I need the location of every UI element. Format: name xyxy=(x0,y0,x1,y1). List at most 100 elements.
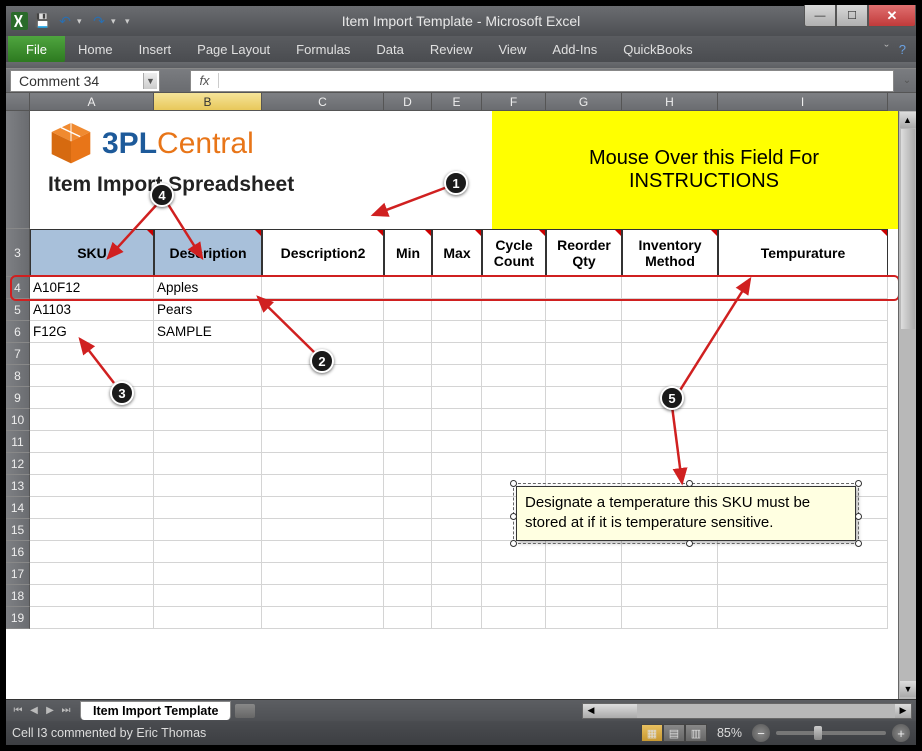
cell-f17[interactable] xyxy=(482,563,546,585)
sheet-nav-last-icon[interactable]: ⏭ xyxy=(58,703,74,719)
cell-i6[interactable] xyxy=(718,321,888,343)
cell-f19[interactable] xyxy=(482,607,546,629)
row-header-19[interactable]: 19 xyxy=(6,607,30,629)
zoom-out-button[interactable]: − xyxy=(752,724,770,742)
cell-c18[interactable] xyxy=(262,585,384,607)
hscroll-thumb[interactable] xyxy=(599,704,637,718)
col-header-c[interactable]: C xyxy=(262,93,384,111)
cell-a7[interactable] xyxy=(30,343,154,365)
cell-g19[interactable] xyxy=(546,607,622,629)
cell-f18[interactable] xyxy=(482,585,546,607)
cell-d11[interactable] xyxy=(384,431,432,453)
cell-a8[interactable] xyxy=(30,365,154,387)
col-header-f[interactable]: F xyxy=(482,93,546,111)
cell-i17[interactable] xyxy=(718,563,888,585)
formula-bar[interactable]: fx xyxy=(190,70,894,92)
cell-c14[interactable] xyxy=(262,497,384,519)
cell-c5[interactable] xyxy=(262,299,384,321)
tab-review[interactable]: Review xyxy=(417,36,486,62)
cell-c6[interactable] xyxy=(262,321,384,343)
row-header-16[interactable]: 16 xyxy=(6,541,30,563)
header-cycle-count[interactable]: Cycle Count xyxy=(482,229,546,277)
zoom-in-button[interactable]: + xyxy=(892,724,910,742)
cell-b11[interactable] xyxy=(154,431,262,453)
horizontal-scrollbar[interactable]: ◀ ▶ xyxy=(582,703,912,719)
cell-h4[interactable] xyxy=(622,277,718,299)
cell-g6[interactable] xyxy=(546,321,622,343)
cell-f9[interactable] xyxy=(482,387,546,409)
row-header-14[interactable]: 14 xyxy=(6,497,30,519)
cell-e9[interactable] xyxy=(432,387,482,409)
cell-a18[interactable] xyxy=(30,585,154,607)
cell-e13[interactable] xyxy=(432,475,482,497)
header-sku[interactable]: SKU xyxy=(30,229,154,277)
cell-g16[interactable] xyxy=(546,541,622,563)
cell-d14[interactable] xyxy=(384,497,432,519)
cell-c19[interactable] xyxy=(262,607,384,629)
cell-e17[interactable] xyxy=(432,563,482,585)
cell-e15[interactable] xyxy=(432,519,482,541)
cell-d4[interactable] xyxy=(384,277,432,299)
row-header-3[interactable]: 3 xyxy=(6,229,30,277)
qat-customize-icon[interactable]: ▾ xyxy=(125,16,135,27)
cell-d16[interactable] xyxy=(384,541,432,563)
cell-b15[interactable] xyxy=(154,519,262,541)
cell-b9[interactable] xyxy=(154,387,262,409)
cell-a16[interactable] xyxy=(30,541,154,563)
col-header-g[interactable]: G xyxy=(546,93,622,111)
cell-d7[interactable] xyxy=(384,343,432,365)
cell-f7[interactable] xyxy=(482,343,546,365)
cell-b8[interactable] xyxy=(154,365,262,387)
tab-quickbooks[interactable]: QuickBooks xyxy=(610,36,705,62)
cell-f5[interactable] xyxy=(482,299,546,321)
cell-i11[interactable] xyxy=(718,431,888,453)
cell-g18[interactable] xyxy=(546,585,622,607)
cell-h16[interactable] xyxy=(622,541,718,563)
cell-d10[interactable] xyxy=(384,409,432,431)
cell-e5[interactable] xyxy=(432,299,482,321)
cell-b19[interactable] xyxy=(154,607,262,629)
header-description[interactable]: Description xyxy=(154,229,262,277)
formula-bar-expand-icon[interactable]: ⌄ xyxy=(898,75,916,86)
cell-e10[interactable] xyxy=(432,409,482,431)
row-header-15[interactable]: 15 xyxy=(6,519,30,541)
header-inventory-method[interactable]: Inventory Method xyxy=(622,229,718,277)
sheet-nav-first-icon[interactable]: ⏮ xyxy=(10,703,26,719)
scroll-right-icon[interactable]: ▶ xyxy=(895,704,911,718)
worksheet-grid[interactable]: A B C D E F G H I 3 4 5 6 7 8 9 10 xyxy=(6,93,916,699)
cell-i18[interactable] xyxy=(718,585,888,607)
cell-c12[interactable] xyxy=(262,453,384,475)
comment-tooltip[interactable]: Designate a temperature this SKU must be… xyxy=(516,486,856,541)
header-max[interactable]: Max xyxy=(432,229,482,277)
header-reorder-qty[interactable]: Reorder Qty xyxy=(546,229,622,277)
cell-b18[interactable] xyxy=(154,585,262,607)
cell-b7[interactable] xyxy=(154,343,262,365)
row-header-13[interactable]: 13 xyxy=(6,475,30,497)
cell-a17[interactable] xyxy=(30,563,154,585)
cell-f6[interactable] xyxy=(482,321,546,343)
cell-c16[interactable] xyxy=(262,541,384,563)
col-header-h[interactable]: H xyxy=(622,93,718,111)
vertical-scrollbar[interactable]: ▲ ▼ xyxy=(898,111,916,699)
header-temperature[interactable]: Tempurature xyxy=(718,229,888,277)
file-tab[interactable]: File xyxy=(8,36,65,62)
cell-f8[interactable] xyxy=(482,365,546,387)
tab-addins[interactable]: Add-Ins xyxy=(539,36,610,62)
view-page-layout-icon[interactable]: ▤ xyxy=(663,724,685,742)
cell-i16[interactable] xyxy=(718,541,888,563)
cell-d5[interactable] xyxy=(384,299,432,321)
col-header-e[interactable]: E xyxy=(432,93,482,111)
minimize-button[interactable]: — xyxy=(804,5,836,27)
cell-d17[interactable] xyxy=(384,563,432,585)
row-header-10[interactable]: 10 xyxy=(6,409,30,431)
cell-i8[interactable] xyxy=(718,365,888,387)
row-header-17[interactable]: 17 xyxy=(6,563,30,585)
cell-h11[interactable] xyxy=(622,431,718,453)
scroll-up-icon[interactable]: ▲ xyxy=(900,112,916,128)
cell-h12[interactable] xyxy=(622,453,718,475)
cell-e11[interactable] xyxy=(432,431,482,453)
cell-d18[interactable] xyxy=(384,585,432,607)
cell-e6[interactable] xyxy=(432,321,482,343)
cell-g10[interactable] xyxy=(546,409,622,431)
cell-g11[interactable] xyxy=(546,431,622,453)
